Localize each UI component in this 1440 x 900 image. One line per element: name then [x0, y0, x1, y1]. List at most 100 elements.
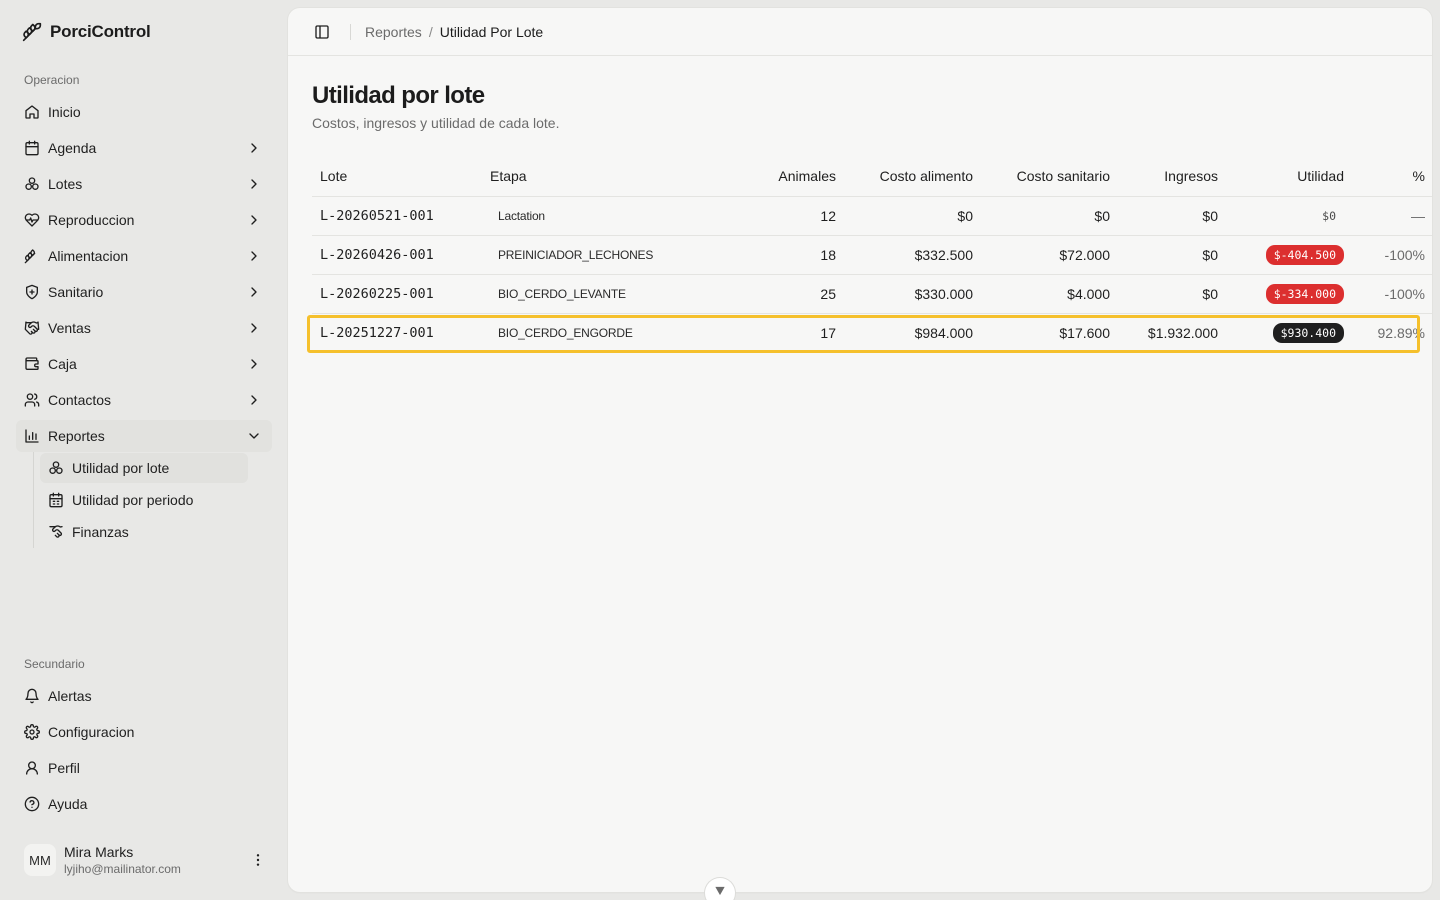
sidebar-subitem-utilidad-por-lote[interactable]: Utilidad por lote: [40, 453, 248, 483]
cell-animales: 25: [712, 274, 844, 314]
cell-lote: L-20260225-001: [312, 274, 482, 314]
brand-name: PorciControl: [50, 22, 151, 41]
sidebar-item-reproduccion[interactable]: Reproduccion: [16, 204, 272, 236]
cell-etapa: BIO_CERDO_LEVANTE: [482, 274, 712, 314]
column-header-ingresos[interactable]: Ingresos: [1118, 156, 1226, 197]
chevron-right-icon: [251, 359, 257, 369]
more-vertical-icon[interactable]: [250, 852, 266, 868]
topbar-divider: [350, 23, 351, 40]
user-account-menu[interactable]: MM Mira Marks lyjiho@mailinator.com: [16, 836, 272, 884]
cell-utilidad: $-404.500: [1226, 235, 1352, 275]
chevron-right-icon: [251, 143, 257, 153]
table-header-row: Lote Etapa Animales Costo alimento Costo…: [312, 156, 1432, 197]
stage-badge: BIO_CERDO_LEVANTE: [498, 286, 626, 301]
cell-percent: —: [1352, 196, 1432, 236]
app-root: PorciControl Operacion Inicio Agenda Lot…: [0, 0, 1440, 900]
sidebar-item-caja[interactable]: Caja: [16, 348, 272, 380]
sidebar-item-configuracion[interactable]: Configuracion: [16, 716, 272, 748]
stage-badge: BIO_CERDO_ENGORDE: [498, 325, 633, 340]
cell-ingresos: $1.932.000: [1147, 324, 1218, 341]
sidebar-item-alertas[interactable]: Alertas: [16, 680, 272, 712]
bell-icon: [25, 688, 39, 704]
home-icon: [25, 105, 39, 119]
sidebar-subitem-label: Utilidad por lote: [72, 460, 170, 476]
wallet-icon: [25, 357, 39, 370]
user-info: Mira Marks lyjiho@mailinator.com: [64, 844, 181, 877]
column-header-utilidad[interactable]: Utilidad: [1226, 156, 1352, 197]
sidebar-subitem-label: Finanzas: [72, 524, 129, 540]
cell-costo-alimento: $0: [844, 196, 981, 236]
submenu-guide-line: [33, 452, 34, 548]
scroll-down-button[interactable]: [705, 878, 735, 900]
cell-ingresos: $0: [1118, 235, 1226, 275]
group-label-operacion: Operacion: [24, 73, 80, 87]
sidebar-item-ayuda[interactable]: Ayuda: [16, 788, 272, 820]
stage-badge: Lactation: [498, 208, 545, 223]
column-header-etapa[interactable]: Etapa: [482, 156, 712, 197]
users-icon: [24, 393, 40, 407]
sidebar-item-label: Reportes: [48, 428, 105, 444]
cell-lote: L-20260521-001: [312, 196, 482, 236]
sidebar-toggle-button[interactable]: [312, 22, 332, 42]
cell-lote: L-20251227-001: [320, 324, 434, 341]
chevron-right-icon: [251, 179, 257, 189]
column-header-costo-sanitario[interactable]: Costo sanitario: [981, 156, 1118, 197]
column-header-percent[interactable]: %: [1352, 156, 1432, 197]
cell-etapa: PREINICIADOR_LECHONES: [482, 235, 712, 275]
cell-animales: 17: [820, 324, 836, 341]
sidebar-item-label: Alertas: [48, 688, 92, 704]
table-row[interactable]: L-20260521-001 Lactation 12 $0 $0 $0 $0 …: [312, 196, 1432, 236]
sidebar-item-label: Ventas: [48, 320, 91, 336]
user-icon: [26, 761, 38, 775]
table-row[interactable]: L-20260225-001 BIO_CERDO_LEVANTE 25 $330…: [312, 274, 1432, 314]
sidebar-item-alimentacion[interactable]: Alimentacion: [16, 240, 272, 272]
sidebar-item-label: Sanitario: [48, 284, 104, 300]
brand[interactable]: PorciControl: [22, 20, 151, 44]
handshake-icon: [49, 525, 63, 538]
avatar: MM: [24, 844, 56, 876]
cell-costo-sanitario: $4.000: [981, 274, 1118, 314]
sidebar-item-perfil[interactable]: Perfil: [16, 752, 272, 784]
sidebar-item-contactos[interactable]: Contactos: [16, 384, 272, 416]
sidebar-subitem-finanzas[interactable]: Finanzas: [40, 517, 248, 547]
column-header-lote[interactable]: Lote: [312, 156, 482, 197]
stage-badge: PREINICIADOR_LECHONES: [498, 247, 654, 262]
page-title: Utilidad por lote: [312, 82, 485, 109]
sidebar-item-lotes[interactable]: Lotes: [16, 168, 272, 200]
page-subtitle: Costos, ingresos y utilidad de cada lote…: [312, 115, 560, 131]
column-header-costo-alimento[interactable]: Costo alimento: [844, 156, 981, 197]
wheat-logo-icon: [22, 22, 42, 42]
sidebar-item-label: Inicio: [48, 104, 81, 120]
sidebar-item-label: Agenda: [48, 140, 97, 156]
user-email: lyjiho@mailinator.com: [64, 861, 181, 876]
gear-icon: [24, 724, 40, 740]
sidebar-item-reportes[interactable]: Reportes: [16, 420, 272, 452]
cell-percent: 92.89%: [1377, 324, 1425, 341]
column-header-animales[interactable]: Animales: [712, 156, 844, 197]
calendar-icon: [49, 492, 63, 508]
cell-animales: 18: [712, 235, 844, 275]
utilidad-badge: $-404.500: [1265, 244, 1344, 265]
sidebar-item-label: Configuracion: [48, 724, 135, 740]
breadcrumb: Reportes / Utilidad Por Lote: [365, 24, 543, 40]
breadcrumb-reportes-link[interactable]: Reportes: [365, 24, 422, 40]
breadcrumb-current: Utilidad Por Lote: [439, 23, 544, 40]
panel-left-icon: [315, 24, 329, 39]
help-circle-icon: [24, 796, 40, 812]
sidebar-subitem-utilidad-por-periodo[interactable]: Utilidad por periodo: [40, 485, 248, 515]
sidebar-item-inicio[interactable]: Inicio: [16, 96, 272, 128]
table-row-highlighted[interactable]: L-20251227-001 BIO_CERDO_ENGORDE 17 $984…: [312, 313, 1432, 352]
main-panel: Reportes / Utilidad Por Lote Utilidad po…: [288, 8, 1432, 892]
cell-utilidad: $0: [1226, 196, 1352, 236]
handshake-icon: [24, 321, 40, 335]
cell-costo-alimento: $984.000: [914, 324, 973, 341]
table-row[interactable]: L-20260426-001 PREINICIADOR_LECHONES 18 …: [312, 235, 1432, 275]
cell-ingresos: $0: [1118, 274, 1226, 314]
user-name: Mira Marks: [64, 843, 134, 860]
utilidad-badge: $-334.000: [1265, 283, 1344, 304]
sidebar-item-label: Alimentacion: [48, 248, 129, 264]
sidebar-item-sanitario[interactable]: Sanitario: [16, 276, 272, 308]
cell-utilidad: $930.400: [1226, 313, 1352, 352]
sidebar-item-agenda[interactable]: Agenda: [16, 132, 272, 164]
sidebar-item-ventas[interactable]: Ventas: [16, 312, 272, 344]
